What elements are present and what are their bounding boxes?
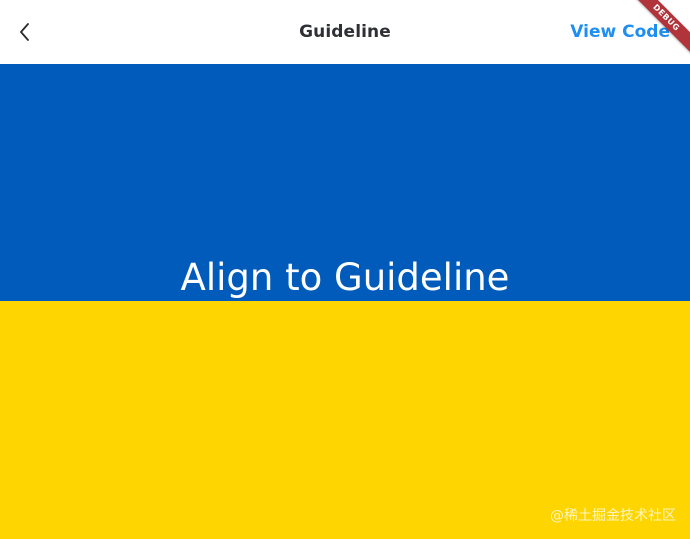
guideline-demo-area: Align to Guideline @稀土掘金技术社区 bbox=[0, 64, 690, 539]
app-window: Guideline View Code DEBUG Align to Guide… bbox=[0, 0, 690, 539]
yellow-band bbox=[0, 301, 690, 539]
view-code-button[interactable]: View Code bbox=[570, 0, 670, 64]
app-bar: Guideline View Code DEBUG bbox=[0, 0, 690, 64]
watermark: @稀土掘金技术社区 bbox=[550, 508, 676, 524]
guideline-text: Align to Guideline bbox=[180, 256, 510, 299]
